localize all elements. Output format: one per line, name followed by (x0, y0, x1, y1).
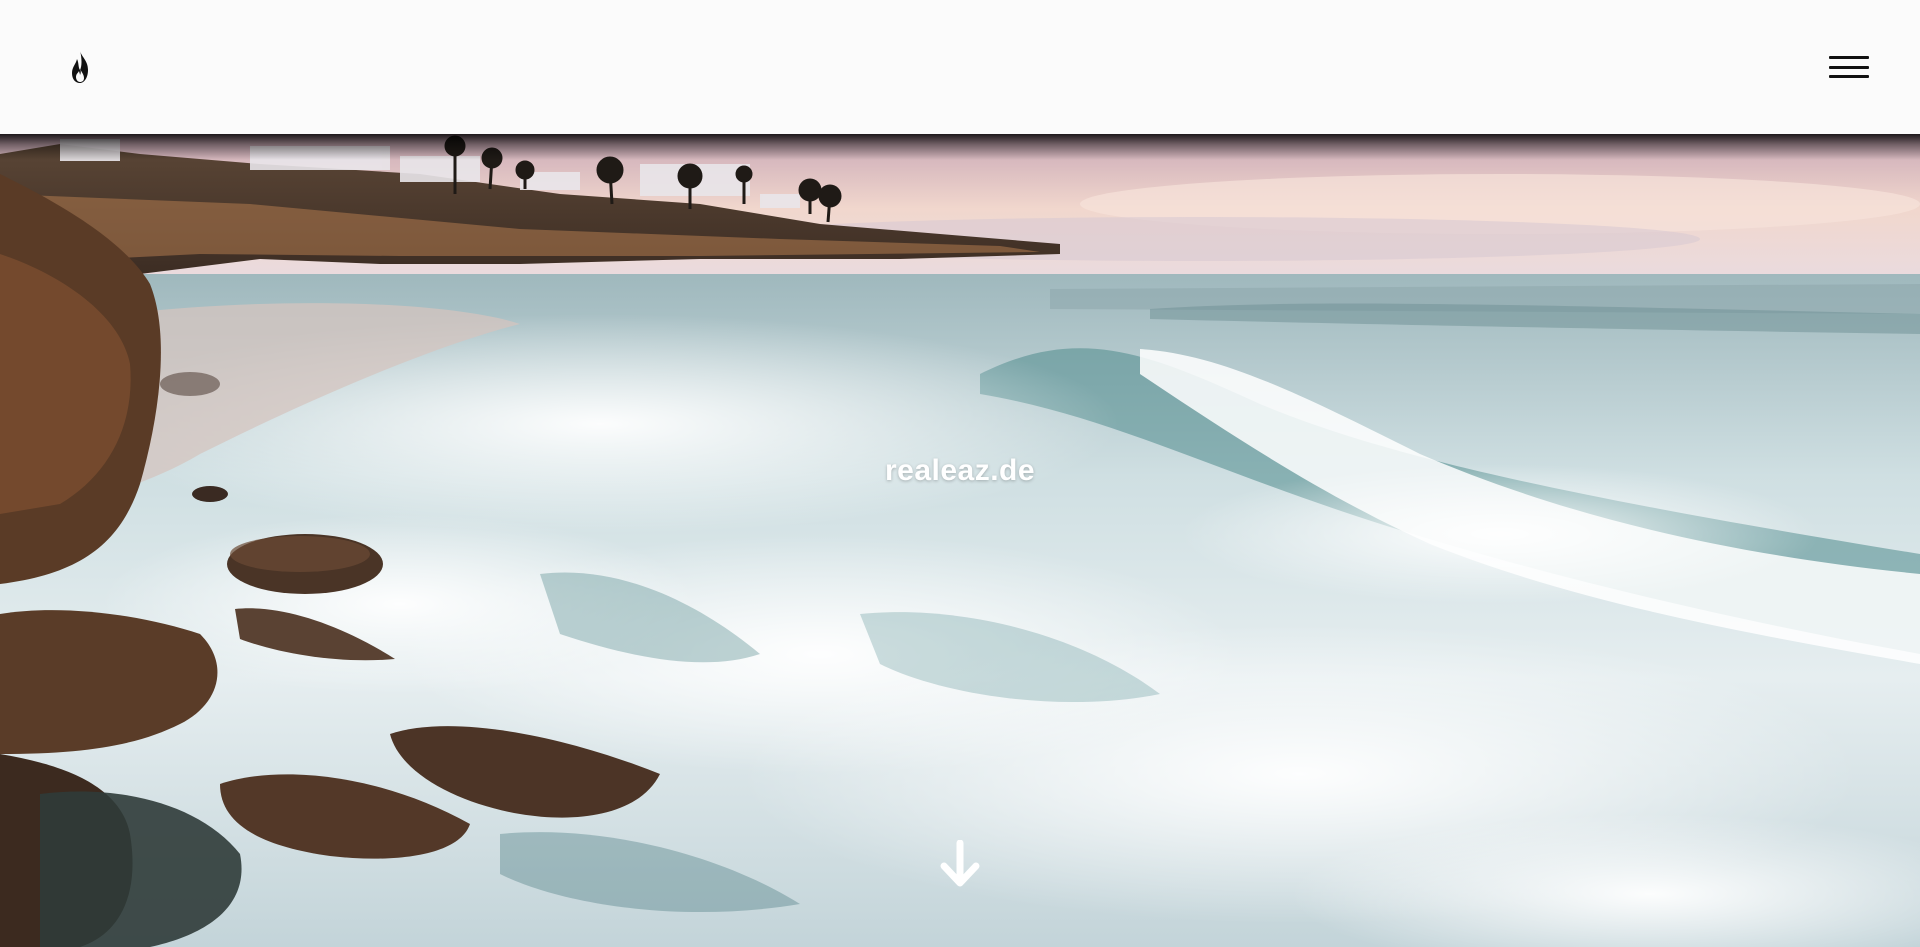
top-navigation-bar (0, 0, 1920, 134)
arrow-down-icon[interactable] (938, 840, 982, 890)
hamburger-menu-icon[interactable] (1828, 52, 1870, 82)
menu-line (1829, 65, 1869, 69)
home-logo-link[interactable] (66, 49, 94, 85)
hero-banner: realeaz.de (0, 134, 1920, 947)
header-drop-shadow (0, 134, 1920, 160)
flame-icon (72, 50, 88, 83)
menu-line (1829, 75, 1869, 78)
coastal-waves-photo (0, 134, 1920, 947)
menu-line (1829, 56, 1869, 59)
site-title: realeaz.de (884, 454, 1036, 487)
